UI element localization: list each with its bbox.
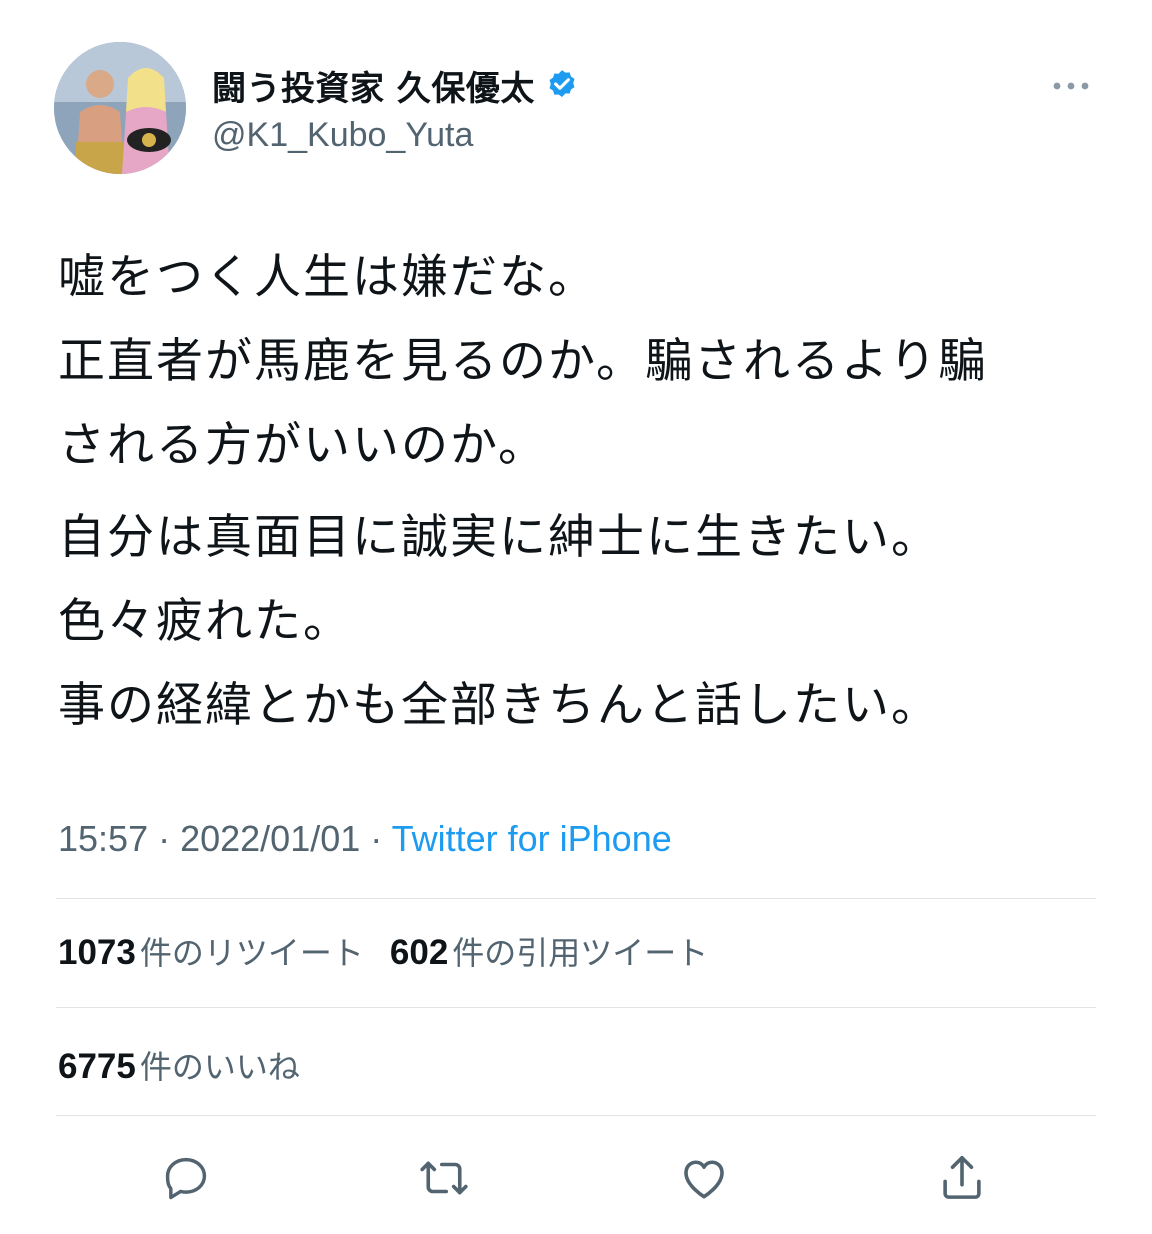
tweet-date[interactable]: 2022/01/01 <box>180 818 360 859</box>
tweet-line: 色々疲れた。 <box>58 594 352 649</box>
tweet-text: 嘘をつく人生は嫌だな。 正直者が馬鹿を見るのか。騙されるより騙 される方がいいの… <box>58 236 1118 748</box>
display-name[interactable]: 闘う投資家 久保優太 <box>212 61 535 110</box>
retweet-label: 件のリツイート <box>139 934 364 972</box>
avatar-image <box>54 42 186 174</box>
avatar[interactable] <box>54 42 186 174</box>
meta-separator: · <box>148 818 181 859</box>
like-count: 6775 <box>58 1047 136 1086</box>
quotes-stat[interactable]: 602 件の引用ツイート <box>390 928 708 974</box>
more-icon <box>1053 82 1089 90</box>
retweet-count: 1073 <box>58 933 136 972</box>
tweet-line: 事の経緯とかも全部きちんと話したい。 <box>58 678 940 733</box>
tweet-time[interactable]: 15:57 <box>58 818 148 859</box>
retweets-stat[interactable]: 1073 件のリツイート <box>58 928 364 974</box>
tweet-paragraph-2: 自分は真面目に誠実に紳士に生きたい。 色々疲れた。 事の経緯とかも全部きちんと話… <box>58 496 1118 748</box>
name-row: 闘う投資家 久保優太 <box>212 61 579 110</box>
retweet-stats-row: 1073 件のリツイート 602 件の引用ツイート <box>58 928 708 974</box>
reply-button[interactable] <box>156 1146 216 1210</box>
tweet-line: 嘘をつく人生は嫌だな。 <box>58 250 597 305</box>
verified-badge-icon <box>545 68 579 102</box>
quote-label: 件の引用ツイート <box>452 934 709 972</box>
share-icon <box>943 1155 981 1199</box>
quote-count: 602 <box>389 933 449 972</box>
tweet-meta: 15:57 · 2022/01/01 · Twitter for iPhone <box>58 818 672 860</box>
likes-stat[interactable]: 6775 件のいいね <box>58 1042 300 1088</box>
tweet-line: 正直者が馬鹿を見るのか。騙されるより騙 <box>58 334 988 389</box>
retweet-button[interactable] <box>414 1146 474 1210</box>
retweet-icon <box>420 1161 468 1195</box>
action-bar <box>0 1146 1152 1210</box>
like-label: 件のいいね <box>139 1048 300 1086</box>
divider <box>56 898 1096 899</box>
more-button[interactable] <box>1046 66 1096 106</box>
author-block: 闘う投資家 久保優太 @K1_Kubo_Yuta <box>212 62 579 155</box>
tweet-line: される方がいいのか。 <box>58 418 548 473</box>
tweet-source-link[interactable]: Twitter for iPhone <box>392 818 672 859</box>
tweet-paragraph-1: 嘘をつく人生は嫌だな。 正直者が馬鹿を見るのか。騙されるより騙 される方がいいの… <box>58 236 1118 488</box>
meta-separator: · <box>360 818 392 859</box>
like-icon <box>684 1160 724 1199</box>
handle[interactable]: @K1_Kubo_Yuta <box>212 116 579 155</box>
share-button[interactable] <box>932 1146 992 1210</box>
divider <box>56 1115 1096 1116</box>
likes-stats-row: 6775 件のいいね <box>58 1042 300 1088</box>
divider <box>56 1007 1096 1008</box>
reply-icon <box>165 1157 207 1200</box>
tweet-card: 闘う投資家 久保優太 @K1_Kubo_Yuta 嘘をつく人生は嫌だな。 正直者… <box>0 0 1152 1234</box>
tweet-line: 自分は真面目に誠実に紳士に生きたい。 <box>58 510 940 565</box>
like-button[interactable] <box>674 1146 734 1210</box>
